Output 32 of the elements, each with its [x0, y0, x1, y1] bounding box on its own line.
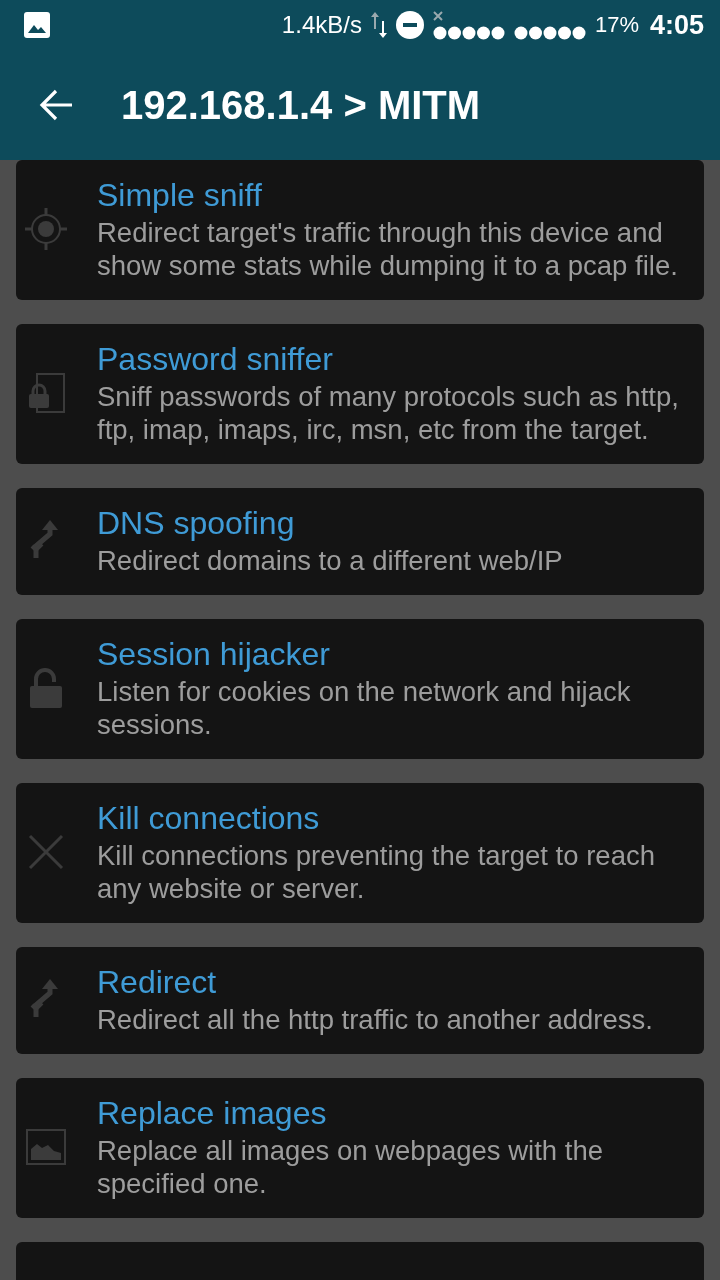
do-not-disturb-icon: [395, 11, 424, 39]
attack-card[interactable]: Redirect Redirect all the http traffic to another address.: [16, 947, 704, 1054]
attack-title: Password sniffer: [97, 340, 334, 379]
data-arrows-icon: [370, 12, 387, 38]
signal-dots-icon: [513, 26, 586, 40]
clock-time: 4:05: [649, 9, 704, 41]
battery-percent: 17%: [594, 12, 639, 38]
crosshair-icon: [24, 206, 68, 251]
image-icon: [24, 12, 50, 38]
attack-description: Redirect all the http traffic to another address.: [97, 1003, 654, 1036]
toolbar-title: 192.168.1.4 > MITM: [121, 82, 481, 128]
attack-title: Simple sniff: [97, 176, 263, 215]
attack-description: Sniff passwords of many protocols such as http, ftp, imap, imaps, irc, msn, etc from the target.: [97, 380, 680, 446]
attack-card[interactable]: Simple sniff Redirect target's traffic through this device and show some stats while dumping it to a pcap file.: [16, 160, 704, 300]
attack-description: Replace all images on webpages with the specified one.: [97, 1134, 604, 1200]
attack-description: Listen for cookies on the network and hijack sessions.: [97, 675, 632, 741]
attack-title: Kill connections: [97, 799, 321, 838]
network-speed: 1.4kB/s: [281, 11, 362, 39]
attack-description: Redirect target's traffic through this device and show some stats while dumping it to a pcap file.: [97, 216, 679, 282]
attack-title: Session hijacker: [97, 635, 331, 674]
attack-title: Replace images: [97, 1094, 328, 1133]
attack-card[interactable]: Kill connections Kill connections preventing the target to reach any website or server.: [16, 783, 704, 923]
attack-card[interactable]: DNS spoofing Redirect domains to a different web/IP: [16, 488, 704, 595]
back-arrow-icon[interactable]: [38, 87, 74, 123]
attack-description: Kill connections preventing the target to reach any website or server.: [97, 839, 656, 905]
attack-card[interactable]: Password sniffer Sniff passwords of many protocols such as http, ftp, imap, imaps, irc, msn, etc from the target.: [16, 324, 704, 464]
attack-card[interactable]: Replace images Replace all images on webpages with the specified one.: [16, 1078, 704, 1218]
attack-card[interactable]: Session hijacker Listen for cookies on the network and hijack sessions.: [16, 619, 704, 759]
attack-title: DNS spoofing: [97, 504, 296, 543]
attack-description: Redirect domains to a different web/IP: [97, 544, 564, 577]
signal-dots-icon: [432, 10, 505, 40]
attack-title: Redirect: [97, 963, 218, 1002]
